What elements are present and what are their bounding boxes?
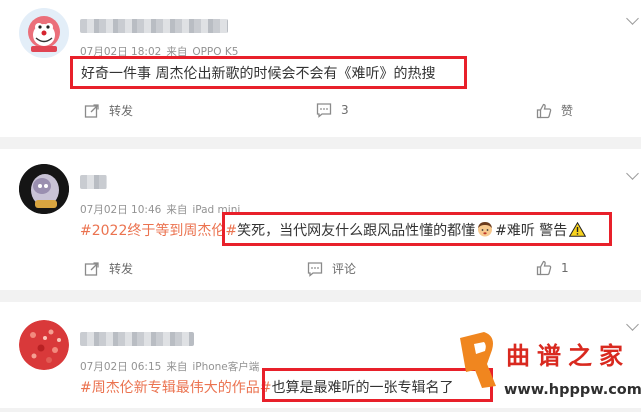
comment-button[interactable]: 3 [316,102,349,118]
like-label: 赞 [561,104,574,118]
forward-label: 转发 [109,104,134,118]
post-time[interactable]: 07月02日 10:46 [80,204,161,216]
username-blurred[interactable] [80,19,228,33]
highlight-box [222,212,612,246]
forward-button[interactable]: 转发 [84,102,133,119]
forward-icon [84,103,99,118]
watermark-url: www.hpppw.com [504,382,641,398]
forward-button[interactable]: 转发 [84,260,133,277]
comment-button[interactable]: 评论 [307,260,356,277]
post-meta: 07月02日 06:15 来自 iPhone客户端 [80,359,264,374]
highlight-box [70,56,467,89]
chevron-down-icon[interactable] [626,167,639,180]
avatar[interactable] [19,8,69,58]
username-blurred[interactable] [80,332,194,346]
action-bar: 转发 评论 1 [0,260,641,280]
comment-label: 评论 [332,262,357,276]
like-button[interactable]: 赞 [536,102,573,119]
post-card-1: 07月02日 18:02 来自 OPPO K5 好奇一件事 周杰伦出新歌的时候会不会… [0,0,641,137]
site-watermark: 曲谱之家 www.hpppw.com [454,326,641,408]
source-prefix: 来自 [166,361,188,373]
post-time[interactable]: 07月02日 06:15 [80,361,161,373]
forward-icon [84,261,99,276]
post-meta: 07月02日 10:46 来自 iPad mini [80,202,245,217]
hashtag-link[interactable]: #周杰伦新专辑最伟大的作品# [80,380,271,396]
watermark-brand: 曲谱之家 [506,342,630,370]
post-source: iPhone客户端 [192,361,260,373]
comment-count: 3 [341,103,349,117]
avatar[interactable] [19,164,69,214]
like-icon [536,103,552,118]
like-count: 1 [561,261,569,275]
forward-label: 转发 [109,262,134,276]
comment-icon [316,103,332,118]
like-button[interactable]: 1 [536,260,569,276]
like-icon [536,260,552,276]
source-prefix: 来自 [166,204,188,216]
action-bar: 转发 3 赞 [0,102,641,122]
username-blurred[interactable] [80,175,107,189]
hashtag-link[interactable]: #2022终于等到周杰伦# [80,223,237,239]
comment-icon [307,261,323,277]
watermark-logo-icon: 曲谱之家 www.hpppw.com [460,332,641,398]
post-card-2: 07月02日 10:46 来自 iPad mini #2022终于等到周杰伦#笑死，… [0,149,641,290]
avatar[interactable] [19,320,69,370]
chevron-down-icon[interactable] [626,12,639,25]
